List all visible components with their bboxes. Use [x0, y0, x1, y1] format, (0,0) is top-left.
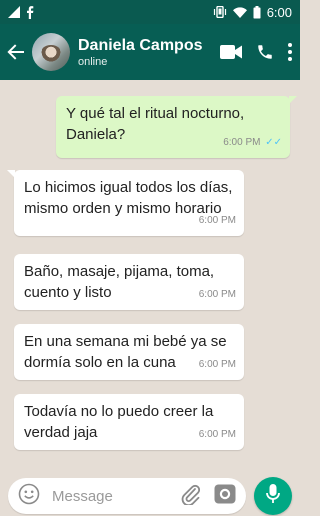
message-bubble-incoming[interactable]: Todavía no lo puedo creer la verdad jaja… — [14, 394, 244, 450]
camera-icon[interactable] — [214, 484, 236, 509]
battery-icon — [253, 5, 261, 19]
contact-info[interactable]: Daniela Campos online — [78, 36, 202, 69]
message-time: 6:00 PM — [198, 429, 236, 440]
message-text: Y qué tal el ritual nocturno, Daniela? — [66, 105, 245, 143]
attach-icon[interactable] — [180, 483, 201, 510]
video-call-icon[interactable] — [220, 45, 242, 59]
status-time: 6:00 — [266, 4, 292, 20]
message-bubble-incoming[interactable]: Lo hicimos igual todos los días, mismo o… — [7, 170, 244, 236]
phone-icon[interactable] — [256, 43, 274, 61]
contact-status: online — [78, 55, 108, 68]
message-input-container — [8, 478, 246, 514]
message-bubble-outgoing[interactable]: Y qué tal el ritual nocturno, Daniela? 6… — [56, 96, 297, 158]
message-bubble-incoming[interactable]: Baño, masaje, pijama, toma, cuento y lis… — [14, 254, 244, 310]
message-time: 6:00 PM — [198, 289, 236, 300]
back-arrow-icon[interactable] — [2, 24, 30, 80]
contact-name: Daniela Campos — [78, 36, 203, 54]
composer-bar — [0, 472, 300, 516]
mic-icon — [266, 483, 280, 509]
message-list[interactable]: Y qué tal el ritual nocturno, Daniela? 6… — [0, 80, 300, 472]
bubble-tail — [289, 96, 297, 104]
message-text: Todavía no lo puedo creer la verdad jaja — [24, 403, 214, 441]
message-time: 6:00 PM — [198, 359, 236, 370]
vibrate-icon — [213, 6, 227, 18]
bubble-tail — [7, 170, 15, 178]
message-text: Baño, masaje, pijama, toma, cuento y lis… — [24, 263, 215, 301]
wifi-icon — [232, 6, 247, 18]
more-options-icon[interactable] — [288, 43, 292, 61]
read-ticks-icon: ✓✓ — [265, 137, 282, 148]
message-text: En una semana mi bebé ya se dormía solo … — [24, 333, 227, 371]
message-time: 6:00 PM — [198, 215, 236, 226]
chat-header: Daniela Campos online — [0, 24, 300, 80]
status-bar: 6:00 — [0, 0, 300, 24]
mic-button[interactable] — [254, 477, 292, 515]
message-bubble-incoming[interactable]: En una semana mi bebé ya se dormía solo … — [14, 324, 244, 380]
message-input[interactable] — [50, 486, 164, 506]
avatar[interactable] — [32, 33, 70, 71]
message-time: 6:00 PM — [223, 137, 261, 148]
signal-icon — [8, 6, 20, 18]
facebook-icon — [26, 5, 34, 19]
emoji-icon[interactable] — [18, 483, 40, 510]
